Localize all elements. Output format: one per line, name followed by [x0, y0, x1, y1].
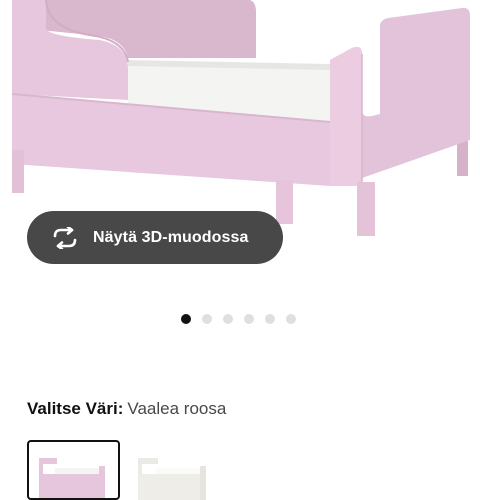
carousel-dot[interactable] — [181, 314, 191, 324]
carousel-dot[interactable] — [223, 314, 233, 324]
variant-heading: Valitse Väri: Vaalea roosa — [27, 399, 226, 419]
carousel-dot[interactable] — [265, 314, 275, 324]
view-3d-button[interactable]: Näytä 3D-muodossa — [27, 211, 283, 264]
variant-heading-key: Valitse Väri: — [27, 399, 124, 418]
swatch-white-image — [138, 458, 206, 500]
bed-image — [11, 0, 470, 236]
view-3d-label: Näytä 3D-muodossa — [93, 228, 249, 246]
rotate-3d-icon — [51, 225, 79, 250]
carousel-dot[interactable] — [286, 314, 296, 324]
carousel-dot[interactable] — [202, 314, 212, 324]
swatch-white[interactable] — [134, 440, 227, 500]
carousel-dots — [181, 314, 296, 324]
swatch-light-pink-image — [39, 458, 105, 498]
swatch-light-pink[interactable] — [27, 440, 120, 500]
variant-selected-value: Vaalea roosa — [127, 399, 227, 418]
carousel-dot[interactable] — [244, 314, 254, 324]
